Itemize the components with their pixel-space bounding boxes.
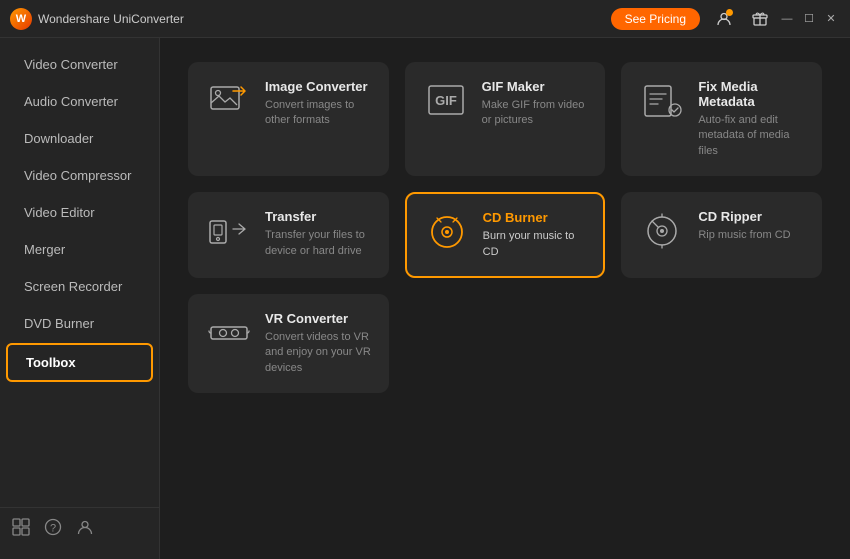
- cd-ripper-title: CD Ripper: [698, 209, 805, 224]
- fix-media-metadata-icon: [638, 79, 686, 123]
- gif-maker-title: GIF Maker: [482, 79, 589, 94]
- tool-card-vr-converter[interactable]: VR Converter Convert videos to VR and en…: [188, 294, 389, 393]
- sidebar-item-merger[interactable]: Merger: [6, 232, 153, 267]
- transfer-text: Transfer Transfer your files to device o…: [265, 209, 372, 259]
- gif-maker-text: GIF Maker Make GIF from video or picture…: [482, 79, 589, 129]
- sidebar-item-dvd-burner[interactable]: DVD Burner: [6, 306, 153, 341]
- sidebar-bottom: ?: [0, 507, 159, 551]
- fix-media-metadata-desc: Auto-fix and edit metadata of media file…: [698, 113, 805, 159]
- minimize-button[interactable]: —: [778, 10, 796, 28]
- image-converter-desc: Convert images to other formats: [265, 98, 372, 129]
- tool-card-image-converter[interactable]: Image Converter Convert images to other …: [188, 62, 389, 176]
- tabs-icon[interactable]: [12, 518, 30, 541]
- tool-card-fix-media-metadata[interactable]: Fix Media Metadata Auto-fix and edit met…: [621, 62, 822, 176]
- vr-converter-icon: [205, 311, 253, 355]
- tools-grid: Image Converter Convert images to other …: [188, 62, 822, 393]
- cd-burner-desc: Burn your music to CD: [483, 229, 588, 260]
- image-converter-title: Image Converter: [265, 79, 372, 94]
- image-converter-text: Image Converter Convert images to other …: [265, 79, 372, 129]
- gift-icon[interactable]: [746, 5, 774, 33]
- tool-card-cd-burner[interactable]: CD Burner Burn your music to CD: [405, 192, 606, 278]
- cd-ripper-text: CD Ripper Rip music from CD: [698, 209, 805, 243]
- gif-maker-desc: Make GIF from video or pictures: [482, 98, 589, 129]
- title-bar: W Wondershare UniConverter See Pricing —…: [0, 0, 850, 38]
- sidebar-item-downloader[interactable]: Downloader: [6, 121, 153, 156]
- tool-card-cd-ripper[interactable]: CD Ripper Rip music from CD: [621, 192, 822, 278]
- svg-text:GIF: GIF: [435, 93, 457, 108]
- tool-card-gif-maker[interactable]: GIF GIF Maker Make GIF from video or pic…: [405, 62, 606, 176]
- transfer-desc: Transfer your files to device or hard dr…: [265, 228, 372, 259]
- vr-converter-title: VR Converter: [265, 311, 372, 326]
- cd-ripper-icon: [638, 209, 686, 253]
- cd-burner-title: CD Burner: [483, 210, 588, 225]
- app-logo: W Wondershare UniConverter: [10, 8, 184, 30]
- see-pricing-button[interactable]: See Pricing: [611, 8, 700, 30]
- main-layout: Video Converter Audio Converter Download…: [0, 38, 850, 559]
- sidebar-item-toolbox[interactable]: Toolbox: [6, 343, 153, 382]
- close-button[interactable]: ✕: [822, 10, 840, 28]
- content-area: Image Converter Convert images to other …: [160, 38, 850, 559]
- sidebar-item-video-compressor[interactable]: Video Compressor: [6, 158, 153, 193]
- sidebar-item-video-converter[interactable]: Video Converter: [6, 47, 153, 82]
- sidebar-item-audio-converter[interactable]: Audio Converter: [6, 84, 153, 119]
- gif-maker-icon: GIF: [422, 79, 470, 123]
- vr-converter-desc: Convert videos to VR and enjoy on your V…: [265, 330, 372, 376]
- svg-text:?: ?: [50, 523, 56, 535]
- help-icon[interactable]: ?: [44, 518, 62, 541]
- logo-icon: W: [10, 8, 32, 30]
- tool-card-transfer[interactable]: Transfer Transfer your files to device o…: [188, 192, 389, 278]
- sidebar-item-video-editor[interactable]: Video Editor: [6, 195, 153, 230]
- maximize-button[interactable]: ☐: [800, 10, 818, 28]
- user-icon[interactable]: [710, 5, 738, 33]
- cd-burner-icon: [423, 210, 471, 254]
- title-bar-icons: [710, 5, 774, 33]
- fix-media-metadata-title: Fix Media Metadata: [698, 79, 805, 109]
- sidebar-item-screen-recorder[interactable]: Screen Recorder: [6, 269, 153, 304]
- fix-media-metadata-text: Fix Media Metadata Auto-fix and edit met…: [698, 79, 805, 159]
- transfer-title: Transfer: [265, 209, 372, 224]
- cd-burner-text: CD Burner Burn your music to CD: [483, 210, 588, 260]
- cd-ripper-desc: Rip music from CD: [698, 228, 805, 243]
- vr-converter-text: VR Converter Convert videos to VR and en…: [265, 311, 372, 376]
- image-converter-icon: [205, 79, 253, 123]
- window-controls: — ☐ ✕: [778, 10, 840, 28]
- app-name: Wondershare UniConverter: [38, 12, 184, 26]
- sidebar: Video Converter Audio Converter Download…: [0, 38, 160, 559]
- user-profile-icon[interactable]: [76, 518, 94, 541]
- transfer-icon: [205, 209, 253, 253]
